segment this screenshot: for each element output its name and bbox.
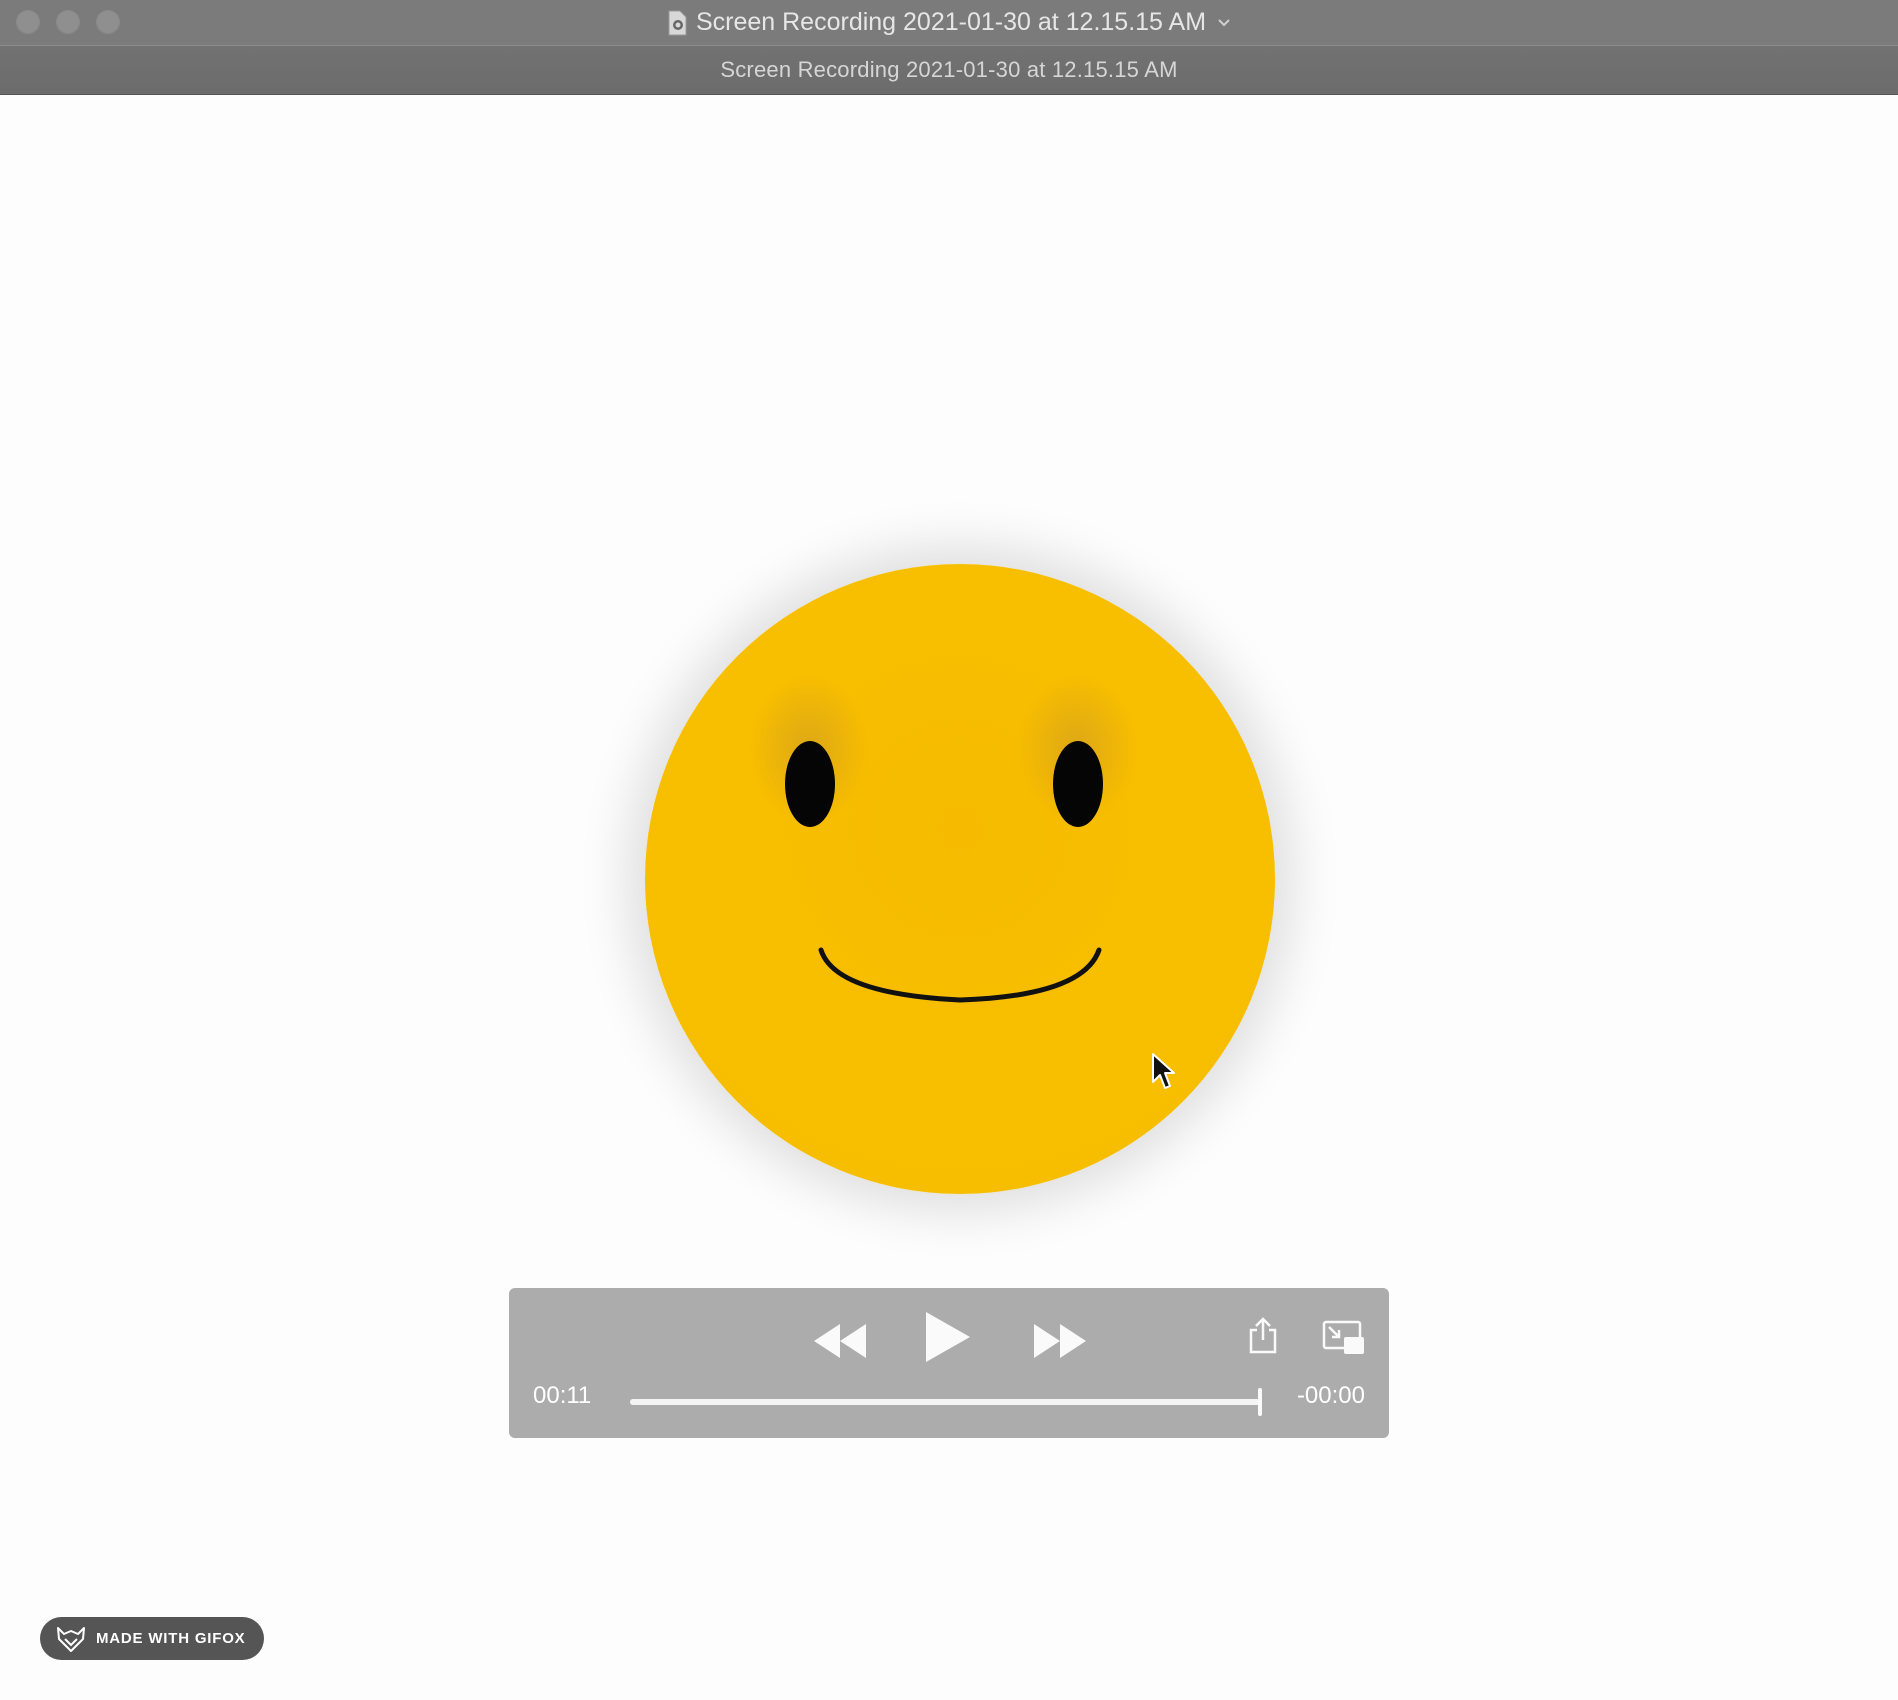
- window-titlebar: Screen Recording 2021-01-30 at 12.15.15 …: [0, 0, 1898, 46]
- smiley-face-image: [645, 564, 1275, 1194]
- fast-forward-icon[interactable]: [1032, 1322, 1088, 1360]
- watermark-label: MADE WITH GIFOX: [96, 1630, 246, 1647]
- share-icon[interactable]: [1248, 1316, 1278, 1354]
- playhead-handle[interactable]: [1258, 1388, 1262, 1416]
- rewind-icon[interactable]: [812, 1322, 868, 1360]
- chevron-down-icon[interactable]: [1216, 15, 1232, 31]
- video-title: Screen Recording 2021-01-30 at 12.15.15 …: [720, 57, 1178, 82]
- current-time: 00:11: [533, 1382, 592, 1409]
- right-eye: [1053, 741, 1103, 827]
- window-title: Screen Recording 2021-01-30 at 12.15.15 …: [695, 8, 1207, 36]
- mouse-pointer-icon: [1152, 1053, 1175, 1089]
- play-icon[interactable]: [922, 1310, 972, 1364]
- video-title-bar: Screen Recording 2021-01-30 at 12.15.15 …: [0, 46, 1898, 95]
- left-eye: [785, 741, 835, 827]
- remaining-time: -00:00: [1296, 1382, 1365, 1409]
- picture-in-picture-icon[interactable]: [1322, 1320, 1366, 1356]
- document-icon: [668, 10, 687, 35]
- fox-logo-icon: [57, 1626, 85, 1652]
- smile-mouth: [818, 947, 1102, 1003]
- window-title-area[interactable]: Screen Recording 2021-01-30 at 12.15.15 …: [0, 0, 1898, 45]
- playback-controls: 00:11 -00:00: [509, 1288, 1389, 1438]
- gifox-watermark: MADE WITH GIFOX: [40, 1617, 264, 1660]
- progress-track[interactable]: [630, 1388, 1262, 1416]
- progress-fill: [630, 1399, 1260, 1405]
